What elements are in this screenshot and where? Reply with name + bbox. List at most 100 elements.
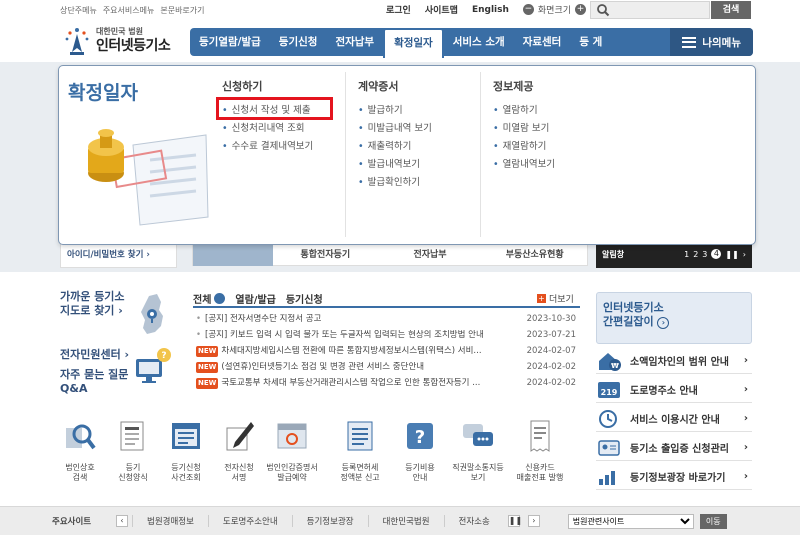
news-date: 2024-02-07	[526, 346, 576, 356]
tile-label: 법인인감증명서 발급예약	[266, 463, 318, 482]
tab-view-issue[interactable]: 열람/발급	[235, 291, 275, 306]
easy-guide-banner[interactable]: 인터넷등기소 간편길잡이 ›	[596, 292, 752, 344]
menu-item-processing-status[interactable]: 신청처리내역 조회	[222, 120, 313, 138]
news-title: [공지] 전자서명수단 지정서 공고	[205, 314, 322, 324]
site-logo[interactable]: 대한민국 법원 인터넷등기소	[60, 22, 190, 60]
search-button[interactable]: 검색	[711, 1, 751, 19]
zoom-out-button[interactable]: −	[522, 4, 534, 15]
prev-icon[interactable]: ‹	[116, 515, 128, 527]
next-icon[interactable]: ›	[527, 515, 540, 527]
banner-page[interactable]: 2	[693, 250, 698, 259]
side-link-label: 도로명주소 안내	[630, 386, 698, 397]
banner-page[interactable]: 1	[684, 250, 689, 259]
footer-site-link[interactable]: 전자소송	[443, 515, 504, 527]
svg-text:?: ?	[415, 427, 425, 448]
arrow-right-icon: ›	[657, 317, 670, 329]
footer-site-link[interactable]: 등기정보광장	[291, 515, 368, 527]
tile-case-lookup[interactable]: 등기신청 사건조회	[156, 418, 216, 483]
service-tab-e-payment[interactable]: 전자납부	[378, 247, 483, 260]
menu-item-fee-history[interactable]: 수수료 결제내역보기	[222, 138, 314, 156]
tile-seal-cert-reservation[interactable]: 법인인감증명서 발급예약	[262, 418, 322, 483]
gnb-item-resources[interactable]: 자료센터	[514, 28, 571, 56]
tile-cancellation-notice[interactable]: 직권말소통지등 보기	[448, 418, 508, 483]
login-link[interactable]: 로그인	[386, 3, 411, 16]
more-button[interactable]: + 더보기	[537, 292, 574, 305]
menu-item-unviewed[interactable]: 미열람 보기	[493, 120, 555, 138]
banner-pager: 1 2 3 4 ❚❚ ›	[684, 249, 746, 259]
tile-card-receipt[interactable]: 신용카드 매출전표 발행	[510, 418, 570, 483]
skip-links: 상단주메뉴 주요서비스메뉴 본문바로가기	[60, 5, 205, 16]
go-button[interactable]: 이동	[699, 513, 727, 529]
tile-corp-name-search[interactable]: 법인상호 검색	[50, 418, 110, 483]
sitemap-link[interactable]: 사이트맵	[425, 3, 458, 16]
quick-link-line: 지도로 찾기 ›	[60, 304, 123, 317]
menu-item-review[interactable]: 재열람하기	[493, 138, 555, 156]
menu-column-contract: 계약증서 발급하기 미발급내역 보기 재출력하기 발급내역보기 발급확인하기	[358, 78, 432, 192]
chevron-right-icon: ›	[743, 355, 748, 366]
news-row[interactable]: NEW (설연휴)인터넷등기소 점검 및 변경 관련 서비스 중단안내 2024…	[196, 362, 576, 373]
tab-registration[interactable]: 등기신청	[286, 291, 323, 306]
tile-registry-forms[interactable]: 등기 신청양식	[103, 418, 163, 483]
service-tab-e-registry[interactable]: 통합전자등기	[273, 247, 378, 260]
news-row[interactable]: • [공지] 키보드 입력 시 입력 불가 또는 두글자씩 입력되는 현상의 조…	[196, 330, 576, 341]
gnb-item-e-payment[interactable]: 전자납부	[326, 28, 383, 56]
faq-link[interactable]: 자주 묻는 질문	[60, 368, 129, 382]
menu-item-issue[interactable]: 발급하기	[358, 102, 432, 120]
court-emblem-icon	[65, 28, 89, 55]
side-link-data-plaza[interactable]: 등기정보광장 바로가기 ›	[596, 464, 752, 490]
zoom-in-button[interactable]: +	[575, 4, 587, 15]
skip-link-gnb[interactable]: 상단주메뉴	[60, 5, 97, 16]
news-row[interactable]: NEW 국토교통부 차세대 부동산거래관리시스템 작업으로 인한 통합전자등기 …	[196, 378, 576, 389]
footer-site-link[interactable]: 법원경매정보	[132, 515, 208, 527]
receipt-icon	[530, 420, 550, 452]
side-link-road-address[interactable]: 219 도로명주소 안내 ›	[596, 377, 752, 403]
side-link-small-tenant[interactable]: ₩ 소액임차인의 범위 안내 ›	[596, 348, 752, 374]
news-row[interactable]: • [공지] 전자서명수단 지정서 공고 2023-10-30	[196, 314, 576, 325]
highlight-box	[216, 97, 333, 120]
banner-page-current[interactable]: 4	[711, 249, 722, 259]
gnb-item-registry-view[interactable]: 등기열람/발급	[190, 28, 270, 56]
footer-site-link[interactable]: 대한민국법원	[367, 515, 444, 527]
tile-label: 등기비용 안내	[405, 463, 435, 482]
menu-item-reprint[interactable]: 재출력하기	[358, 138, 432, 156]
side-link-label: 등기정보광장 바로가기	[630, 473, 726, 484]
gnb-item-board[interactable]: 등 게	[570, 28, 611, 56]
english-link[interactable]: English	[472, 5, 509, 15]
tab-all[interactable]: 전체	[193, 291, 226, 306]
gnb-item-service-intro[interactable]: 서비스 소개	[444, 28, 514, 56]
news-title: [공지] 키보드 입력 시 입력 불가 또는 두글자씩 입력되는 현상의 조치방…	[205, 330, 484, 340]
side-link-label: 소액임차인의 범위 안내	[630, 357, 729, 368]
side-link-label: 서비스 이용시간 안내	[630, 415, 720, 426]
monitor-question-icon: ?	[136, 348, 171, 383]
gnb-item-registry-apply[interactable]: 등기신청	[270, 28, 327, 56]
footer-site-link[interactable]: 도로명주소안내	[207, 515, 292, 527]
banner-label: 알림창	[602, 249, 625, 259]
related-sites-select[interactable]: 법원관련사이트	[567, 513, 694, 529]
guide-line1: 인터넷등기소	[603, 301, 664, 314]
hamburger-icon	[682, 36, 697, 48]
menu-item-view-history[interactable]: 열람내역보기	[493, 156, 555, 174]
tile-e-signature[interactable]: 전자신청 서명	[209, 418, 269, 483]
pause-icon[interactable]: ❚❚	[725, 250, 738, 259]
banner-page[interactable]: 3	[702, 250, 707, 259]
tile-registry-cost[interactable]: ? 등기비용 안내	[390, 418, 450, 483]
my-menu-button[interactable]: 나의메뉴	[670, 28, 753, 56]
side-link-service-hours[interactable]: 서비스 이용시간 안내 ›	[596, 406, 752, 432]
menu-item-issue-history[interactable]: 발급내역보기	[358, 156, 432, 174]
pause-icon[interactable]: ❚❚	[507, 515, 522, 527]
next-icon[interactable]: ›	[743, 250, 746, 259]
skip-link-content[interactable]: 본문바로가기	[160, 5, 204, 16]
tile-license-tax-report[interactable]: 등록면허세 정액분 신고	[330, 418, 390, 483]
news-row[interactable]: NEW 차세대지방세입시스템 전환에 따른 통합지방세정보시스템(위택스) 서비…	[196, 346, 576, 357]
nearest-registry-link[interactable]: 가까운 등기소 지도로 찾기 ›	[60, 290, 125, 318]
side-link-entry-pass[interactable]: 등기소 출입증 신청관리 ›	[596, 435, 752, 461]
magnifier-building-icon	[66, 424, 96, 450]
service-tab-ownership[interactable]: 부동산소유현황	[482, 247, 587, 260]
civil-center-link[interactable]: 전자민원센터 ›	[60, 348, 129, 362]
gnb-item-fixed-date[interactable]: 확정일자	[383, 28, 444, 58]
skip-link-services[interactable]: 주요서비스메뉴	[103, 5, 155, 16]
menu-item-view[interactable]: 열람하기	[493, 102, 555, 120]
faq-link-sub[interactable]: Q&A	[60, 382, 129, 396]
menu-item-unissued[interactable]: 미발급내역 보기	[358, 120, 432, 138]
menu-item-issue-verify[interactable]: 발급확인하기	[358, 174, 432, 192]
